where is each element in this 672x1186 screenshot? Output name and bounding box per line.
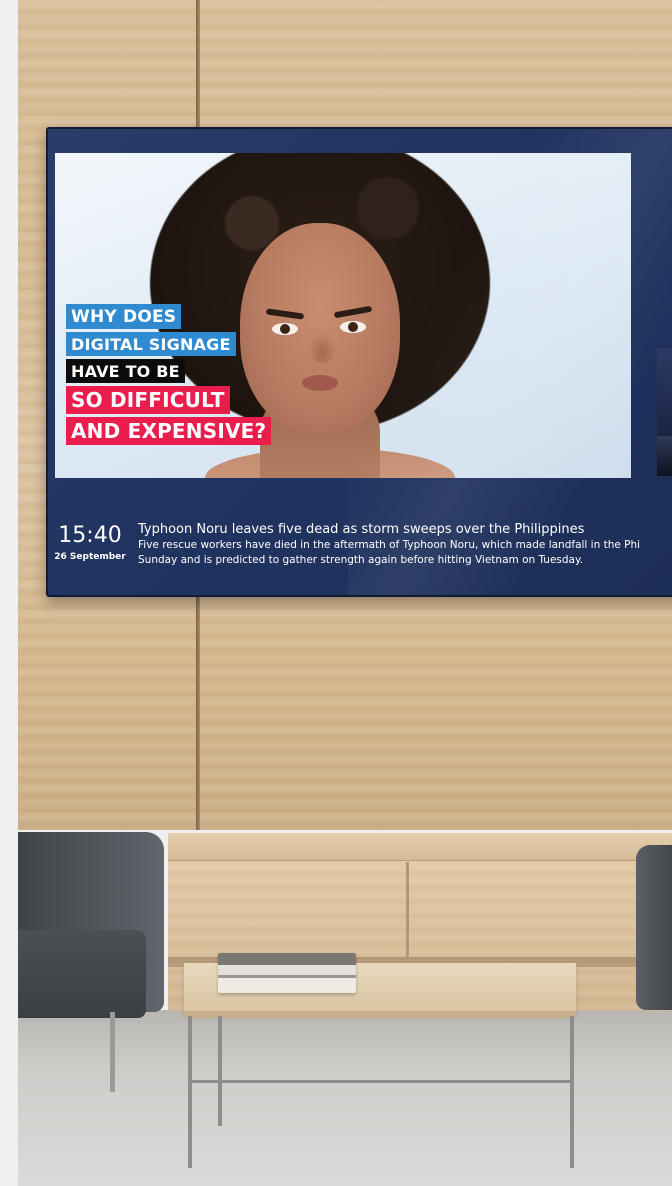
headline-tags: WHY DOES DIGITAL SIGNAGE HAVE TO BE SO D…	[66, 304, 272, 445]
left-eyebrow	[265, 308, 305, 320]
clock-date: 26 September	[54, 552, 126, 562]
clock-time: 15:40	[58, 523, 122, 548]
book-stack	[218, 953, 356, 993]
console-door-seam	[406, 862, 409, 957]
clock-widget: 15:40 26 September	[52, 523, 128, 563]
nose	[308, 331, 336, 363]
left-eye	[272, 323, 298, 335]
coffee-table-leg	[570, 1016, 574, 1168]
digital-signage-screen: WHY DOES DIGITAL SIGNAGE HAVE TO BE SO D…	[46, 127, 672, 597]
console-top	[168, 833, 672, 861]
lobby-scene: WHY DOES DIGITAL SIGNAGE HAVE TO BE SO D…	[18, 0, 672, 1186]
headline-line-3: HAVE TO BE	[66, 359, 185, 383]
armchair-left-leg	[110, 1012, 115, 1092]
headline-line-4: SO DIFFICULT	[66, 386, 230, 414]
headline-line-2: DIGITAL SIGNAGE	[66, 332, 236, 356]
armchair-right	[636, 845, 672, 1010]
screen-glare	[348, 129, 672, 595]
coffee-table-rail	[188, 1080, 573, 1083]
coffee-table-edge	[184, 1011, 576, 1018]
headline-line-1: WHY DOES	[66, 304, 182, 329]
mouth	[302, 375, 338, 391]
headline-line-5: AND EXPENSIVE?	[66, 417, 272, 445]
armchair-left-seat	[18, 930, 146, 1018]
coffee-table-leg	[218, 1016, 222, 1126]
coffee-table-leg	[188, 1016, 192, 1168]
